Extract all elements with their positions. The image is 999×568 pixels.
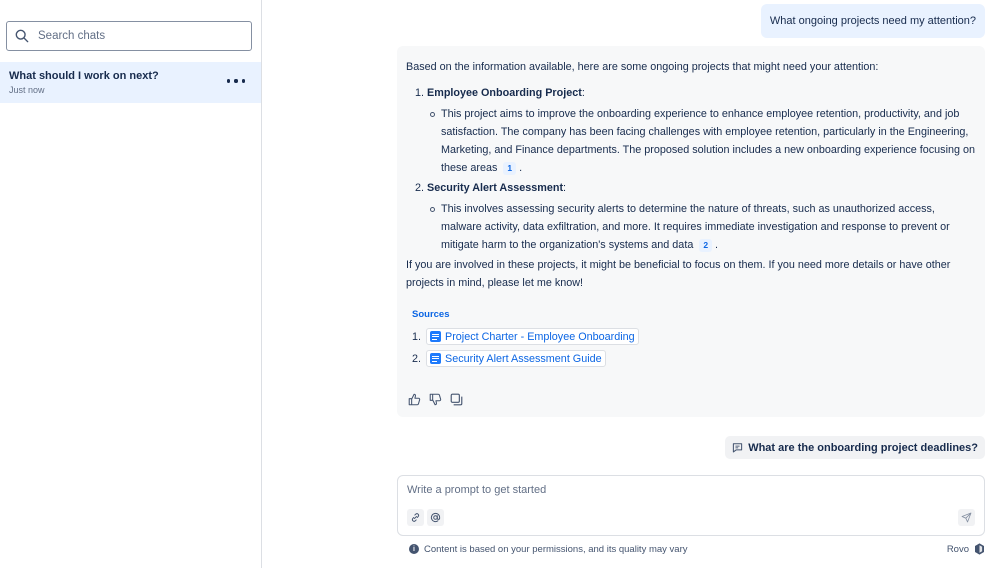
source-title: Security Alert Assessment Guide [445,352,602,365]
footer: i Content is based on your permissions, … [409,543,985,555]
disclaimer-text: Content is based on your permissions, an… [424,543,688,555]
project-title: Security Alert Assessment [427,182,564,194]
thumbs-up-button[interactable] [407,392,422,407]
project-title-suffix: : [563,182,567,194]
document-icon [430,353,441,364]
project-item: 2. Security Alert Assessment: This invol… [406,179,976,254]
source-item: 1. Project Charter - Employee Onboarding [412,327,976,346]
chat-list-item[interactable]: What should I work on next? Just now [0,62,261,103]
sources-section: Sources 1. Project Charter - Employee On… [406,306,976,368]
mention-button[interactable] [427,509,444,526]
document-icon [430,331,441,342]
chat-sidebar: What should I work on next? Just now [0,0,262,568]
source-item: 2. Security Alert Assessment Guide [412,349,976,368]
more-options-icon[interactable] [227,74,245,88]
source-link[interactable]: Security Alert Assessment Guide [426,350,606,367]
send-button[interactable] [958,509,975,526]
thumbs-up-icon [408,393,421,406]
project-title-suffix: : [581,87,585,99]
response-outro: If you are involved in these projects, i… [406,259,951,289]
ai-response: Based on the information available, here… [397,46,985,417]
thumbs-down-icon [429,393,442,406]
source-number: 1. [412,330,422,343]
sources-heading: Sources [412,309,450,320]
send-icon [961,512,972,523]
user-message: What ongoing projects need my attention? [760,4,985,38]
chat-main: What ongoing projects need my attention?… [263,0,999,568]
citation-badge[interactable]: 2 [699,239,713,252]
mention-icon [430,512,441,523]
copy-icon [450,393,463,406]
project-detail: This project aims to improve the onboard… [430,105,976,177]
source-title: Project Charter - Employee Onboarding [445,330,635,343]
thumbs-down-button[interactable] [428,392,443,407]
link-icon [411,513,420,522]
copy-button[interactable] [449,392,464,407]
prompt-input[interactable] [407,484,967,502]
chat-title: What should I work on next? [9,70,159,82]
project-detail-text: This project aims to improve the onboard… [441,108,975,174]
source-link[interactable]: Project Charter - Employee Onboarding [426,328,639,345]
attach-link-button[interactable] [407,509,424,526]
project-detail: This involves assessing security alerts … [430,200,976,254]
project-item: 1. Employee Onboarding Project: This pro… [406,84,976,177]
chat-bubble-icon [733,443,743,453]
source-number: 2. [412,352,422,365]
prompt-composer [397,475,985,536]
project-number: 1. [415,87,425,99]
project-number: 2. [415,182,425,194]
search-icon [15,29,29,43]
search-chats-field[interactable] [6,21,252,51]
citation-badge[interactable]: 1 [503,162,517,175]
response-actions [407,392,464,407]
suggested-prompt[interactable]: What are the onboarding project deadline… [725,436,985,459]
project-detail-text: This involves assessing security alerts … [441,203,950,251]
search-chats-input[interactable] [38,30,238,42]
brand-name: Rovo [946,543,969,555]
response-intro: Based on the information available, here… [406,61,879,73]
project-list: 1. Employee Onboarding Project: This pro… [406,84,976,254]
rovo-logo-icon [975,543,984,555]
chat-timestamp: Just now [9,85,45,95]
info-icon: i [409,544,419,554]
project-title: Employee Onboarding Project [427,87,582,99]
suggested-prompt-text: What are the onboarding project deadline… [748,441,978,454]
